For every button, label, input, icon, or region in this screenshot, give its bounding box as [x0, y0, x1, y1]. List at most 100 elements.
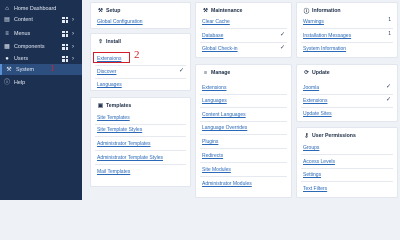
- link-site-template-styles[interactable]: Site Template Styles: [97, 127, 142, 133]
- info-icon: ⓘ: [303, 9, 310, 15]
- link-administrator-modules[interactable]: Administrator Modules: [202, 181, 252, 187]
- chevron-right-icon[interactable]: ›: [72, 56, 78, 62]
- wrench-icon: ⚒: [6, 66, 12, 73]
- link-settings[interactable]: Settings: [303, 172, 321, 178]
- link-manage-extensions[interactable]: Extensions: [202, 85, 226, 91]
- panel-manage: ≡ Manage Extensions Languages Content Lan…: [195, 64, 292, 198]
- link-plugins[interactable]: Plugins: [202, 139, 218, 145]
- link-site-templates[interactable]: Site Templates: [97, 115, 130, 121]
- divider: [301, 168, 393, 169]
- divider: [200, 176, 287, 177]
- cube-icon: ▦: [4, 43, 10, 50]
- panel-title: User Permissions: [312, 133, 356, 139]
- refresh-icon: ⟳: [304, 70, 309, 76]
- sidebar-item-label: Help: [14, 79, 26, 86]
- dashboard-grid-icon[interactable]: [62, 43, 68, 50]
- sidebar-item-system[interactable]: ⚒ System: [0, 64, 82, 75]
- annotation-marker-1: 1: [50, 63, 55, 73]
- sidebar-item-menus[interactable]: ≡ Menus ›: [0, 28, 82, 39]
- divider: [301, 28, 393, 29]
- divider: [200, 107, 287, 108]
- panel-header: ⚒ Setup: [97, 7, 120, 15]
- divider: [95, 136, 186, 137]
- sidebar: ⌂ Home Dashboard ▤ Content › ≡ Menus › ▦…: [0, 0, 82, 200]
- panel-update: ⟳ Update Joomla ✓ Extensions ✓ Update Sit…: [296, 64, 398, 122]
- link-database[interactable]: Database: [202, 33, 223, 39]
- sidebar-item-label: Users: [14, 55, 29, 62]
- link-administrator-template-styles[interactable]: Administrator Template Styles: [97, 155, 163, 161]
- warnings-count-badge: 1: [388, 17, 391, 23]
- panel-title: Update: [312, 70, 330, 76]
- link-clear-cache[interactable]: Clear Cache: [202, 19, 230, 25]
- check-icon: ✓: [385, 84, 391, 90]
- link-site-modules[interactable]: Site Modules: [202, 167, 231, 173]
- annotation-marker-2: 2: [134, 49, 140, 61]
- sidebar-item-content[interactable]: ▤ Content ›: [0, 14, 82, 25]
- sidebar-item-home-dashboard[interactable]: ⌂ Home Dashboard: [0, 3, 82, 14]
- check-icon: ✓: [385, 97, 391, 103]
- link-groups[interactable]: Groups: [303, 145, 319, 151]
- panel-title: Templates: [106, 103, 132, 109]
- divider: [95, 164, 186, 165]
- dashboard-grid-icon[interactable]: [62, 30, 68, 37]
- home-icon: ⌂: [5, 5, 9, 12]
- link-discover[interactable]: Discover: [97, 69, 116, 75]
- link-mail-templates[interactable]: Mail Templates: [97, 169, 130, 175]
- panel-title: Setup: [106, 8, 121, 14]
- file-icon: ▤: [4, 16, 10, 23]
- divider: [200, 94, 287, 95]
- chevron-right-icon[interactable]: ›: [72, 44, 78, 50]
- link-text-filters[interactable]: Text Filters: [303, 186, 327, 192]
- list-icon: ≡: [203, 70, 208, 76]
- info-icon: ⓘ: [4, 79, 11, 86]
- link-update-sites[interactable]: Update Sites: [303, 111, 332, 117]
- panel-templates: ▣ Templates Site Templates Site Template …: [90, 97, 191, 187]
- link-access-levels[interactable]: Access Levels: [303, 159, 335, 165]
- chevron-right-icon[interactable]: ›: [72, 31, 78, 37]
- divider: [200, 134, 287, 135]
- sidebar-item-help[interactable]: ⓘ Help: [0, 77, 82, 88]
- divider: [95, 124, 186, 125]
- divider: [200, 162, 287, 163]
- panel-header: ⟳ Update: [303, 69, 330, 77]
- panel-header: ≡ Manage: [202, 69, 230, 77]
- link-update-extensions[interactable]: Extensions: [303, 98, 327, 104]
- link-joomla-update[interactable]: Joomla: [303, 85, 319, 91]
- link-install-languages[interactable]: Languages: [97, 82, 122, 88]
- link-administrator-templates[interactable]: Administrator Templates: [97, 141, 151, 147]
- panel-title: Information: [312, 8, 341, 14]
- divider: [301, 94, 393, 95]
- link-language-overrides[interactable]: Language Overrides: [202, 125, 247, 131]
- link-installation-messages[interactable]: Installation Messages: [303, 33, 351, 39]
- list-icon: ≡: [5, 30, 9, 37]
- sidebar-item-label: Components: [14, 43, 45, 50]
- dashboard-grid-icon[interactable]: [62, 55, 68, 62]
- panel-user-permissions: ⚷ User Permissions Groups Access Levels S…: [296, 127, 398, 198]
- divider: [200, 148, 287, 149]
- panel-title: Maintenance: [211, 8, 243, 14]
- link-redirects[interactable]: Redirects: [202, 153, 223, 159]
- link-system-information[interactable]: System Information: [303, 46, 346, 52]
- link-global-configuration[interactable]: Global Configuration: [97, 19, 143, 25]
- key-icon: ⚷: [304, 133, 309, 139]
- chevron-right-icon[interactable]: ›: [72, 17, 78, 23]
- link-warnings[interactable]: Warnings: [303, 19, 324, 25]
- sidebar-item-users[interactable]: ● Users ›: [0, 53, 82, 64]
- link-global-check-in[interactable]: Global Check-in: [202, 46, 238, 52]
- sidebar-item-components[interactable]: ▦ Components ›: [0, 41, 82, 52]
- panel-header: ⇧ Install: [97, 38, 121, 46]
- upload-icon: ⇧: [98, 39, 103, 45]
- link-manage-languages[interactable]: Languages: [202, 98, 227, 104]
- dashboard-grid-icon[interactable]: [62, 16, 68, 23]
- check-icon: ✓: [178, 68, 184, 74]
- divider: [95, 65, 186, 66]
- link-content-languages[interactable]: Content Languages: [202, 112, 246, 118]
- panel-maintenance: ⚒ Maintenance Clear Cache Database ✓ Glob…: [195, 2, 292, 58]
- sidebar-item-label: System: [16, 66, 34, 73]
- sidebar-item-label: Content: [14, 16, 33, 23]
- divider: [301, 107, 393, 108]
- divider: [95, 78, 186, 79]
- panel-header: ▣ Templates: [97, 102, 131, 110]
- wrench-icon: ⚒: [98, 8, 103, 14]
- panel-title: Install: [106, 39, 121, 45]
